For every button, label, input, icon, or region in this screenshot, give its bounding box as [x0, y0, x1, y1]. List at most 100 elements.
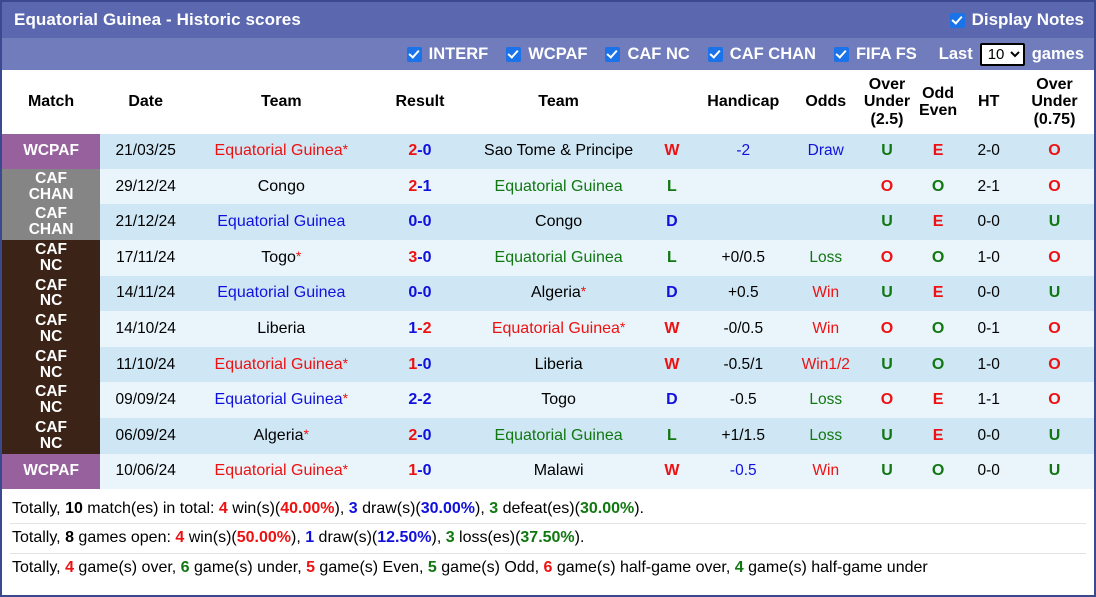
away-team-cell: Equatorial Guinea: [468, 168, 649, 205]
summary-token: 3: [445, 529, 455, 547]
odd-even: E: [932, 142, 944, 160]
team-name: Equatorial Guinea: [494, 426, 623, 444]
over-under-25: U: [881, 213, 893, 231]
home-marker-asterisk: *: [342, 141, 349, 158]
team-name: Equatorial Guinea: [217, 284, 346, 302]
filter-caf-nc[interactable]: CAF NC: [605, 45, 690, 64]
summary-token: ),: [290, 529, 306, 547]
odd-even: O: [931, 248, 945, 266]
odds-value: Loss: [809, 391, 843, 409]
table-header-row: Match Date Team Result Team Handicap Odds Over U…: [2, 70, 1094, 134]
filter-checkbox-interf[interactable]: [406, 46, 422, 62]
col-header-match: Match: [2, 70, 101, 134]
outcome-letter: L: [667, 248, 677, 266]
summary-token: 3: [348, 499, 358, 517]
over-under-075: O: [1048, 319, 1061, 337]
table-row[interactable]: CAF NC 09/09/24 Equatorial Guinea* 2-2 Togo D -…: [2, 382, 1094, 418]
filter-wcpaf[interactable]: WCPAF: [506, 45, 587, 64]
filter-checkbox-caf-chan[interactable]: [707, 46, 723, 62]
result-cell: 3-0: [371, 239, 469, 276]
team-name: Equatorial Guinea: [217, 213, 346, 231]
score-home: 2: [408, 426, 418, 444]
last-games-selector[interactable]: Last 510203050 games: [939, 42, 1084, 66]
result-cell: 2-1: [371, 168, 469, 205]
filter-label: INTERF: [428, 44, 489, 63]
filter-label: CAF CHAN: [729, 44, 816, 63]
team-name: Congo: [535, 213, 583, 231]
over-under-075: O: [1048, 142, 1061, 160]
home-team-cell: Algeria*: [191, 417, 372, 454]
summary-token: ),: [334, 499, 349, 517]
odd-even: E: [932, 391, 944, 409]
odds-cell: Loss: [791, 417, 861, 454]
summary-token: 6: [180, 559, 190, 577]
display-notes-label: Display Notes: [971, 10, 1084, 29]
outcome-letter: D: [666, 213, 678, 231]
summary-token: 1: [305, 529, 315, 547]
summary-token: Totally,: [12, 499, 66, 517]
filter-fifa-fs[interactable]: FIFA FS: [833, 44, 917, 64]
score-away: -2: [417, 319, 432, 337]
outcome-cell: W: [648, 346, 696, 383]
handicap-value: +0.5: [727, 284, 759, 302]
team-name: Equatorial Guinea*: [214, 141, 349, 160]
display-notes-checkbox[interactable]: [949, 12, 965, 28]
odds-value: Win: [812, 319, 840, 337]
odd-even: O: [931, 355, 945, 373]
odd-even: E: [932, 284, 944, 302]
outcome-letter: D: [666, 284, 678, 302]
table-row[interactable]: CAF CHAN 21/12/24 Equatorial Guinea 0-0 Congo…: [2, 204, 1094, 240]
summary-token: 4: [734, 559, 744, 577]
outcome-letter: L: [667, 177, 677, 195]
summary-token: game(s) under,: [189, 559, 307, 577]
filter-interf[interactable]: INTERF: [406, 44, 489, 64]
table-row[interactable]: WCPAF 21/03/25 Equatorial Guinea* 2-0 Sao To…: [2, 133, 1094, 169]
odds-cell: Loss: [791, 239, 861, 276]
ou25-cell: O: [860, 311, 914, 347]
summary-token: 4: [218, 499, 228, 517]
display-notes-toggle[interactable]: Display Notes: [949, 10, 1084, 30]
half-time-score: 1-0: [977, 355, 1000, 373]
odd-even: O: [931, 177, 945, 195]
table-row[interactable]: WCPAF 10/06/24 Equatorial Guinea* 1-0 Malawi…: [2, 453, 1094, 489]
ht-cell: 0-0: [962, 453, 1015, 489]
team-name: Equatorial Guinea*: [491, 318, 626, 337]
col-header-home: Team: [191, 70, 372, 134]
home-marker-asterisk: *: [342, 461, 349, 478]
table-row[interactable]: CAF NC 14/11/24 Equatorial Guinea 0-0 Algeria…: [2, 275, 1094, 312]
table-body: WCPAF 21/03/25 Equatorial Guinea* 2-0 Sao To…: [2, 133, 1094, 489]
filter-checkbox-caf-nc[interactable]: [605, 46, 621, 62]
handicap-value: -2: [736, 142, 751, 160]
table-row[interactable]: CAF NC 14/10/24 Liberia 1-2 Equatorial Guinea…: [2, 311, 1094, 347]
team-name: Congo: [257, 177, 305, 195]
home-team-cell: Equatorial Guinea*: [191, 382, 372, 418]
ou075-cell: O: [1015, 239, 1094, 276]
result-cell: 2-2: [371, 382, 469, 418]
filter-label: FIFA FS: [855, 44, 917, 63]
filter-checkbox-fifa-fs[interactable]: [833, 46, 849, 62]
table-row[interactable]: CAF NC 11/10/24 Equatorial Guinea* 1-0 Liberi…: [2, 346, 1094, 383]
away-team-cell: Liberia: [468, 346, 649, 383]
filter-caf-chan[interactable]: CAF CHAN: [707, 44, 816, 64]
over-under-075: U: [1048, 284, 1061, 302]
competition-filter-bar: INTERF WCPAF CAF NC CAF CHAN FIFA FS Last 51…: [2, 38, 1094, 70]
over-under-075: O: [1048, 177, 1061, 195]
summary-token: ),: [431, 529, 446, 547]
score-away: -0: [417, 426, 432, 444]
games-count-select[interactable]: 510203050: [979, 42, 1025, 66]
competition-badge: CAF NC: [2, 275, 101, 312]
odds-cell: Draw: [791, 133, 861, 169]
match-date: 21/03/25: [115, 142, 176, 160]
col-header-ou25: Over Under (2.5): [860, 70, 914, 134]
table-row[interactable]: CAF CHAN 29/12/24 Congo 2-1 Equatorial Guinea…: [2, 168, 1094, 205]
result-cell: 0-0: [371, 275, 469, 312]
handicap-cell: [695, 168, 792, 205]
score-home: 1: [408, 319, 418, 337]
ou25-cell: O: [860, 168, 914, 205]
over-under-075: O: [1048, 248, 1061, 266]
match-date: 21/12/24: [115, 213, 176, 231]
table-row[interactable]: CAF NC 06/09/24 Algeria* 2-0 Equatorial Guine…: [2, 417, 1094, 454]
match-date: 11/10/24: [116, 355, 176, 373]
filter-checkbox-wcpaf[interactable]: [506, 46, 522, 62]
table-row[interactable]: CAF NC 17/11/24 Togo* 3-0 Equatorial Guinea L +…: [2, 239, 1094, 276]
